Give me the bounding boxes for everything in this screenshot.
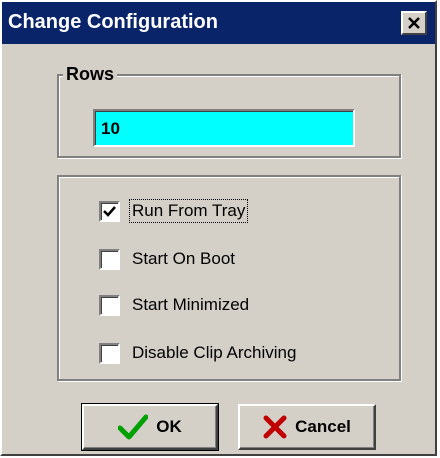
config-dialog: Change Configuration Rows 10 Run From Tr… [0, 0, 437, 456]
start-minimized-label: Start Minimized [132, 295, 250, 314]
cancel-button[interactable]: Cancel [238, 404, 376, 450]
title-bar[interactable]: Change Configuration [2, 2, 435, 44]
start-on-boot-checkbox[interactable] [99, 248, 120, 270]
run-from-tray-checkbox[interactable] [99, 200, 120, 222]
option-disable-clip-archiving[interactable]: Disable Clip Archiving [99, 341, 298, 365]
option-start-minimized[interactable]: Start Minimized [99, 293, 251, 317]
rows-legend: Rows [63, 64, 118, 85]
run-from-tray-label: Run From Tray [128, 199, 249, 223]
checkmark-icon [103, 205, 116, 217]
rows-input[interactable]: 10 [93, 109, 355, 147]
close-button[interactable] [401, 11, 427, 35]
start-on-boot-label: Start On Boot [132, 249, 235, 268]
checkmark-icon [118, 414, 149, 440]
x-icon [263, 415, 287, 439]
disable-clip-archiving-label: Disable Clip Archiving [132, 343, 297, 362]
cancel-label: Cancel [295, 417, 351, 436]
option-run-from-tray[interactable]: Run From Tray [99, 199, 249, 223]
window-title: Change Configuration [8, 11, 218, 33]
disable-clip-archiving-checkbox[interactable] [99, 342, 120, 364]
options-group: Run From Tray Start On Boot Start Minimi… [57, 175, 401, 381]
rows-group: Rows 10 [57, 64, 401, 158]
ok-button[interactable]: OK [81, 403, 219, 451]
close-icon [408, 17, 420, 29]
ok-label: OK [156, 417, 182, 436]
option-start-on-boot[interactable]: Start On Boot [99, 247, 237, 271]
start-minimized-checkbox[interactable] [99, 294, 120, 316]
